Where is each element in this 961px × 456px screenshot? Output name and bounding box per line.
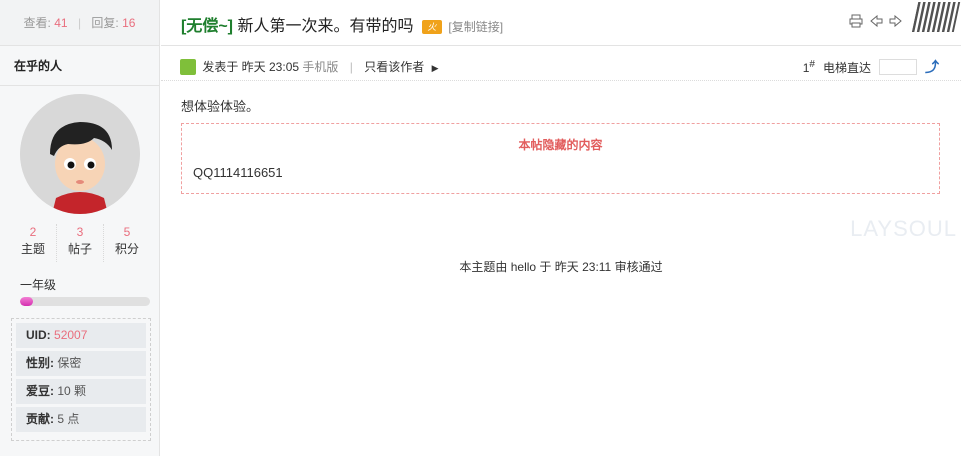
post-time: 发表于 昨天 23:05: [202, 60, 300, 74]
copy-link[interactable]: [复制链接]: [448, 20, 503, 34]
elevator-label: 电梯直达: [822, 60, 871, 75]
level-progress-fill: [20, 297, 33, 306]
beans-label: 爱豆:: [26, 384, 54, 398]
elevator-input[interactable]: [879, 59, 917, 75]
hidden-content-box: 本帖隐藏的内容 QQ1114116651: [181, 123, 940, 194]
mobile-link[interactable]: 手机版: [302, 60, 338, 74]
views-label: 查看:: [23, 16, 51, 30]
points-label: 积分: [114, 242, 139, 256]
views-count: 41: [54, 16, 68, 30]
posts-count: 3: [76, 225, 84, 239]
triangle-right-icon: ▶: [431, 63, 439, 73]
posts-stat[interactable]: 3 帖子: [57, 224, 104, 262]
contribution-row: 贡献: 5 点: [16, 407, 146, 432]
avatar-image: [20, 94, 140, 214]
uid-row: UID: 52007: [16, 323, 146, 348]
thread-tools: [849, 14, 903, 28]
hot-icon: 火: [421, 20, 442, 34]
only-author-link[interactable]: 只看该作者: [364, 60, 424, 74]
mobile-post-icon: [180, 59, 196, 75]
thread-title-text: 新人第一次来。有带的吗: [237, 18, 414, 35]
author-sidebar: 查看: 41 | 回复: 16 在乎的人 2 主题 3 帖子 5 积分 一年级 …: [0, 0, 160, 456]
author-name[interactable]: 在乎的人: [0, 46, 159, 86]
stats-divider: |: [77, 16, 82, 30]
thread-stats: 查看: 41 | 回复: 16: [0, 0, 159, 46]
replies-count: 16: [122, 16, 136, 30]
beans-row: 爱豆: 10 颗: [16, 379, 146, 404]
points-count: 5: [123, 225, 131, 239]
level-progress-bar: [20, 297, 150, 306]
points-stat[interactable]: 5 积分: [104, 224, 150, 262]
topics-count: 2: [29, 225, 37, 239]
avatar[interactable]: [20, 94, 140, 214]
beans-value: 10 颗: [57, 384, 87, 398]
print-icon[interactable]: [849, 14, 863, 28]
topics-label: 主题: [20, 242, 45, 256]
jump-icon[interactable]: ⤴: [925, 57, 939, 77]
post-info: 发表于 昨天 23:05 手机版 | 只看该作者 ▶: [180, 58, 439, 75]
contribution-label: 贡献:: [26, 412, 54, 426]
qr-code-icon[interactable]: [911, 2, 961, 32]
uid-value[interactable]: 52007: [54, 328, 87, 342]
gender-value: 保密: [57, 356, 82, 370]
author-info: UID: 52007 性别: 保密 爱豆: 10 颗 贡献: 5 点: [11, 318, 151, 441]
gender-row: 性别: 保密: [16, 351, 146, 376]
hidden-content-title: 本帖隐藏的内容: [518, 138, 603, 152]
meta-divider: |: [349, 60, 353, 74]
author-counts: 2 主题 3 帖子 5 积分: [10, 224, 150, 262]
replies-label: 回复:: [91, 16, 119, 30]
thread-category-tag[interactable]: [无偿~]: [181, 18, 233, 35]
post-body: 想体验体验。: [181, 99, 260, 114]
thread-header: [无偿~] 新人第一次来。有带的吗 火 [复制链接]: [161, 0, 961, 46]
user-level: 一年级: [20, 278, 57, 292]
posts-label: 帖子: [67, 242, 92, 256]
topics-stat[interactable]: 2 主题: [10, 224, 57, 262]
post-meta: 发表于 昨天 23:05 手机版 | 只看该作者 ▶ 1# 电梯直达 ⤴: [161, 53, 961, 81]
previous-thread-icon[interactable]: [869, 14, 883, 28]
floor-suffix: #: [809, 59, 815, 70]
approval-notice: 本主题由 hello 于 昨天 23:11 审核通过: [459, 260, 663, 274]
thread-title: [无偿~] 新人第一次来。有带的吗 火 [复制链接]: [181, 12, 503, 36]
floor-nav: 1# 电梯直达 ⤴: [803, 57, 939, 77]
hidden-content-text: QQ1114116651: [193, 165, 283, 180]
gender-label: 性别:: [26, 356, 54, 370]
uid-label: UID:: [26, 328, 51, 342]
watermark: LAYSOUL: [850, 216, 957, 241]
floor-number[interactable]: 1#: [803, 59, 815, 75]
next-thread-icon[interactable]: [889, 14, 903, 28]
contribution-value: 5 点: [57, 412, 80, 426]
